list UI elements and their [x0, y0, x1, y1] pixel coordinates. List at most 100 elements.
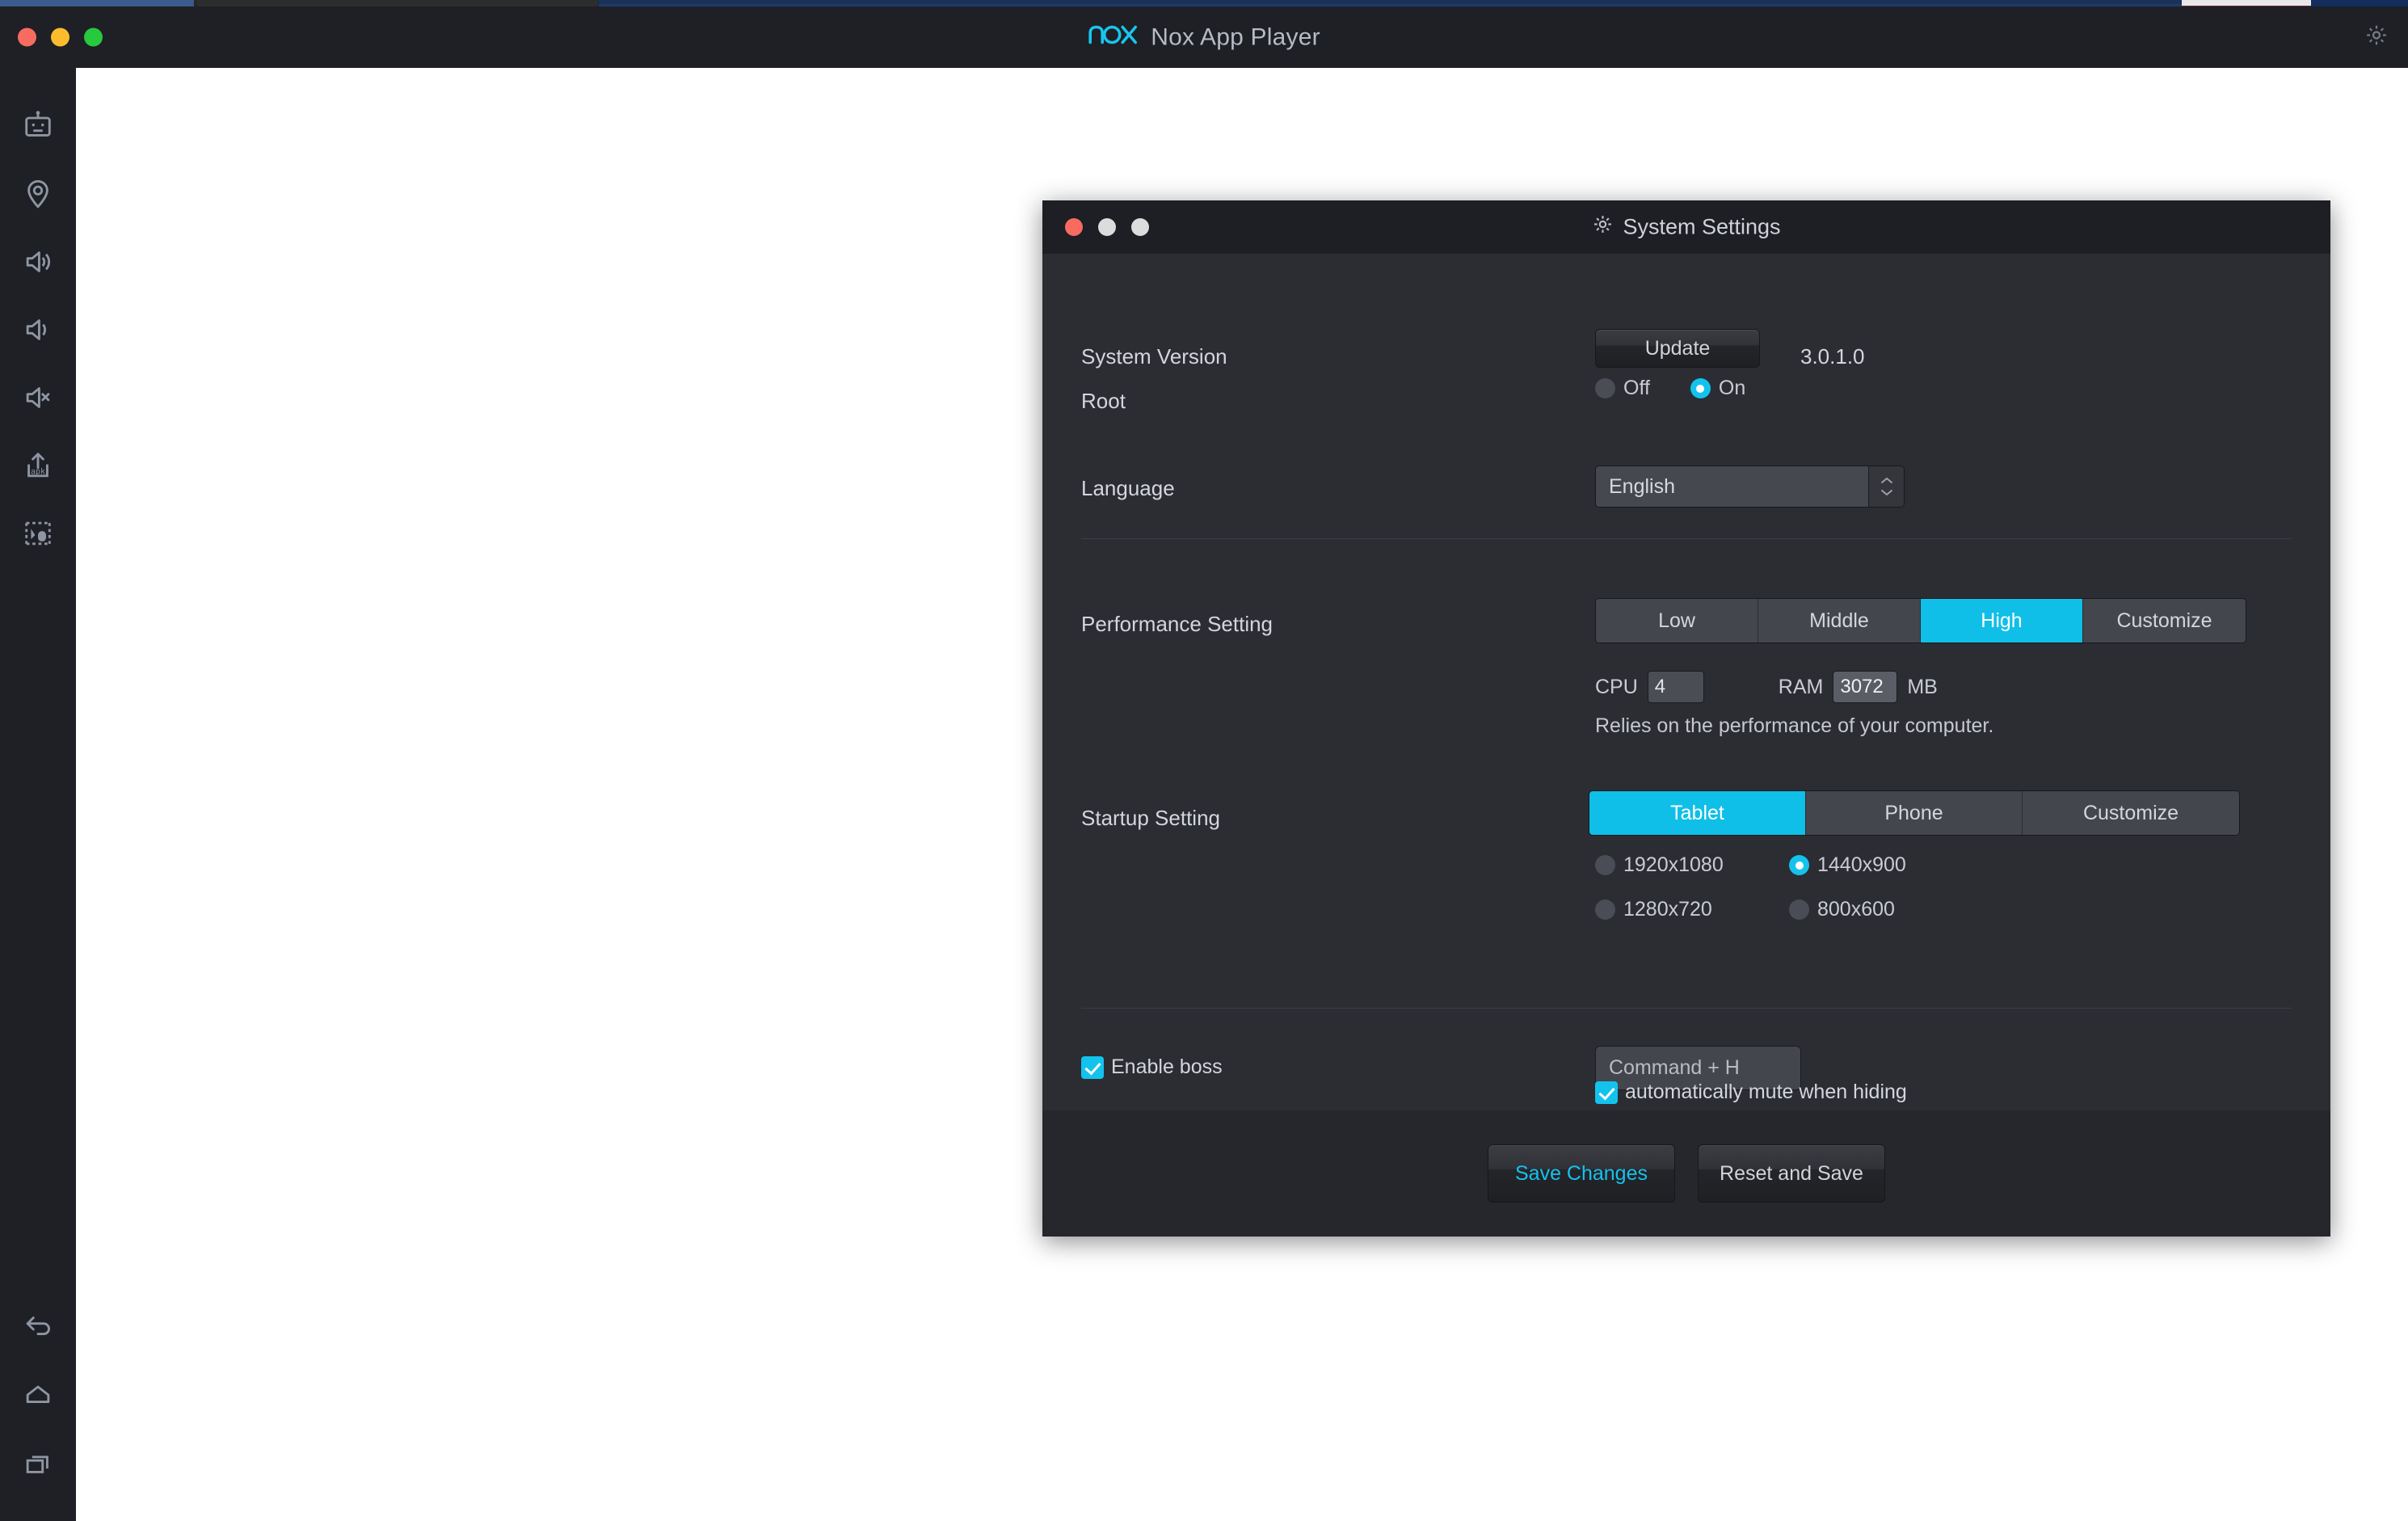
radio-off-icon	[1789, 900, 1809, 920]
root-option-off[interactable]: Off	[1595, 377, 1650, 400]
cpu-field-group: CPU	[1595, 671, 1704, 703]
resolution-option-800x600[interactable]: 800x600	[1789, 898, 1983, 921]
divider-2	[1081, 1008, 2292, 1009]
dialog-traffic-lights	[1065, 218, 1149, 236]
resolution-option-1920x1080-label: 1920x1080	[1623, 853, 1724, 876]
performance-setting-label: Performance Setting	[1081, 612, 1273, 636]
dialog-minimize-button[interactable]	[1098, 218, 1116, 236]
save-changes-button[interactable]: Save Changes	[1488, 1144, 1675, 1203]
left-sidebar: apk	[0, 68, 76, 1521]
sidebar-item-recents[interactable]	[0, 1429, 76, 1497]
svg-text:apk: apk	[31, 468, 45, 477]
dialog-title-group: System Settings	[1592, 214, 1781, 241]
performance-hint-text: Relies on the performance of your comput…	[1595, 714, 1994, 737]
gear-icon	[1592, 214, 1613, 241]
keyboard-mapping-icon	[22, 517, 54, 550]
update-button[interactable]: Update	[1595, 329, 1760, 368]
performance-option-customize[interactable]: Customize	[2083, 599, 2246, 643]
sidebar-item-volume-down[interactable]	[0, 296, 76, 364]
radio-on-icon	[1789, 855, 1809, 875]
root-option-on-label: On	[1718, 377, 1746, 399]
sidebar-item-install-apk[interactable]: apk	[0, 432, 76, 499]
resolution-option-800x600-label: 800x600	[1817, 898, 1895, 921]
checkbox-checked-icon	[1081, 1055, 1104, 1079]
desktop-background-bar-right	[2182, 0, 2311, 6]
dialog-title-text: System Settings	[1623, 214, 1781, 239]
android-robot-icon	[22, 110, 54, 142]
sidebar-top-group: apk	[0, 92, 76, 567]
volume-mute-icon	[22, 381, 54, 414]
root-radio-group: Off On	[1595, 377, 1745, 400]
sidebar-item-location[interactable]	[0, 160, 76, 228]
ram-field-group: RAM MB	[1779, 671, 1938, 703]
sidebar-item-home[interactable]	[0, 1361, 76, 1429]
root-option-on[interactable]: On	[1690, 377, 1745, 400]
radio-off-icon	[1595, 378, 1615, 398]
recents-icon	[22, 1447, 54, 1479]
sidebar-item-mute[interactable]	[0, 364, 76, 432]
auto-mute-checkbox-row[interactable]: automatically mute when hiding	[1595, 1081, 1907, 1104]
volume-down-icon	[22, 314, 54, 346]
desktop-background-strip-2	[598, 0, 2182, 4]
sidebar-item-android-robot[interactable]	[0, 92, 76, 160]
performance-option-middle[interactable]: Middle	[1758, 599, 1921, 643]
resolution-option-1280x720[interactable]: 1280x720	[1595, 898, 1789, 921]
app-title-group: Nox App Player	[1088, 23, 1320, 52]
startup-setting-label: Startup Setting	[1081, 806, 1220, 830]
root-option-off-label: Off	[1623, 377, 1650, 399]
sidebar-item-key-mapping[interactable]	[0, 499, 76, 567]
resolution-radio-group: 1920x1080 1440x900 1280x720 800x600	[1595, 853, 1934, 921]
checkbox-checked-icon	[1595, 1081, 1618, 1104]
radio-off-icon	[1595, 900, 1615, 920]
startup-option-phone[interactable]: Phone	[1806, 791, 2023, 835]
ram-input[interactable]	[1833, 671, 1898, 703]
startup-option-customize[interactable]: Customize	[2023, 791, 2239, 835]
chevron-updown-icon	[1868, 466, 1904, 507]
divider-1	[1081, 538, 2292, 539]
home-icon	[22, 1379, 54, 1411]
app-window: Nox App Player apk System Settings Syste…	[0, 6, 2408, 1521]
auto-mute-label: automatically mute when hiding	[1625, 1081, 1907, 1103]
startup-option-tablet[interactable]: Tablet	[1589, 791, 1806, 835]
apk-install-icon: apk	[22, 449, 54, 482]
dialog-close-button[interactable]	[1065, 218, 1083, 236]
performance-option-high[interactable]: High	[1921, 599, 2083, 643]
gear-icon[interactable]	[2364, 23, 2389, 52]
cpu-input[interactable]	[1647, 671, 1704, 703]
minimize-button[interactable]	[51, 27, 69, 47]
system-version-value: 3.0.1.0	[1800, 344, 1865, 369]
root-label: Root	[1081, 389, 1126, 413]
system-version-label: System Version	[1081, 344, 1227, 369]
resolution-option-1280x720-label: 1280x720	[1623, 898, 1712, 921]
dialog-body: System Version Update 3.0.1.0 Root Off O…	[1042, 254, 2330, 1237]
cpu-ram-group: CPU RAM MB	[1595, 671, 1938, 703]
enable-boss-checkbox-row[interactable]: Enable boss	[1081, 1055, 1223, 1079]
cpu-label: CPU	[1595, 675, 1638, 698]
back-icon	[22, 1311, 54, 1343]
ram-label: RAM	[1778, 675, 1824, 698]
app-title-text: Nox App Player	[1151, 23, 1320, 50]
sidebar-bottom-group	[0, 1293, 76, 1497]
radio-off-icon	[1595, 855, 1615, 875]
sidebar-item-volume-up[interactable]	[0, 228, 76, 296]
window-traffic-lights	[18, 27, 103, 47]
resolution-option-1440x900[interactable]: 1440x900	[1789, 853, 1983, 877]
reset-and-save-button[interactable]: Reset and Save	[1698, 1144, 1885, 1203]
dialog-titlebar: System Settings	[1042, 200, 2330, 254]
language-select[interactable]: English	[1595, 466, 1905, 508]
language-label: Language	[1081, 476, 1175, 500]
startup-segmented-control: Tablet Phone Customize	[1589, 790, 2240, 836]
enable-boss-label: Enable boss	[1111, 1055, 1223, 1078]
close-button[interactable]	[18, 27, 36, 47]
resolution-option-1920x1080[interactable]: 1920x1080	[1595, 853, 1789, 877]
dialog-maximize-button[interactable]	[1131, 218, 1149, 236]
sidebar-item-back[interactable]	[0, 1293, 76, 1361]
location-pin-icon	[22, 178, 54, 210]
performance-segmented-control: Low Middle High Customize	[1595, 598, 2246, 643]
maximize-button[interactable]	[84, 27, 103, 47]
app-titlebar: Nox App Player	[0, 6, 2408, 68]
language-select-value: English	[1596, 466, 1868, 507]
resolution-option-1440x900-label: 1440x900	[1817, 853, 1906, 876]
performance-option-low[interactable]: Low	[1596, 599, 1758, 643]
system-settings-dialog: System Settings System Version Update 3.…	[1042, 200, 2330, 1237]
